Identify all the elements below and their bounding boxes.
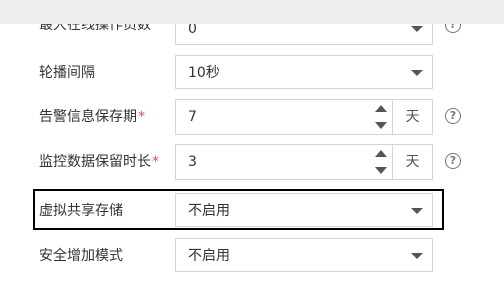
monitor-retention-label: 监控数据保留时长* bbox=[39, 152, 159, 172]
alarm-retention-value: 7 bbox=[188, 109, 197, 125]
help-icon[interactable]: ? bbox=[445, 153, 461, 169]
row-alarm-retention: 告警信息保存期* 7 天 ? bbox=[0, 99, 504, 135]
spin-down-icon[interactable] bbox=[375, 167, 387, 174]
chevron-down-icon[interactable] bbox=[411, 26, 423, 32]
security-mode-select[interactable]: 不启用 bbox=[175, 238, 433, 272]
row-carousel-interval: 轮播间隔 10秒 bbox=[0, 55, 504, 91]
spin-up-icon[interactable] bbox=[375, 105, 387, 112]
required-marker: * bbox=[138, 109, 145, 125]
alarm-retention-label-text: 告警信息保存期 bbox=[39, 109, 137, 125]
row-virtual-shared-storage: 虚拟共享存储 不启用 bbox=[0, 193, 504, 229]
monitor-retention-value: 3 bbox=[188, 154, 197, 170]
settings-form: 最大在线操作员数 0 ? 轮播间隔 10秒 告警信息保存期* 7 天 ? 监控数… bbox=[0, 0, 504, 306]
chevron-down-icon[interactable] bbox=[411, 253, 423, 259]
virtual-shared-storage-label: 虚拟共享存储 bbox=[39, 203, 123, 219]
chevron-down-icon[interactable] bbox=[411, 70, 423, 76]
carousel-interval-label: 轮播间隔 bbox=[39, 65, 95, 81]
chevron-down-icon[interactable] bbox=[411, 208, 423, 214]
carousel-interval-select[interactable]: 10秒 bbox=[175, 55, 433, 89]
monitor-retention-unit: 天 bbox=[392, 144, 433, 180]
row-monitor-data-retention: 监控数据保留时长* 3 天 ? bbox=[0, 144, 504, 180]
required-marker: * bbox=[152, 154, 159, 170]
virtual-shared-storage-value: 不启用 bbox=[188, 203, 230, 219]
carousel-interval-value: 10秒 bbox=[188, 65, 220, 81]
alarm-retention-label: 告警信息保存期* bbox=[39, 107, 145, 127]
top-bar bbox=[0, 0, 504, 24]
security-mode-value: 不启用 bbox=[188, 248, 230, 264]
spin-up-icon[interactable] bbox=[375, 150, 387, 157]
alarm-retention-unit: 天 bbox=[392, 99, 433, 135]
virtual-shared-storage-select[interactable]: 不启用 bbox=[175, 193, 433, 227]
row-security-mode: 安全增加模式 不启用 bbox=[0, 238, 504, 274]
security-mode-label: 安全增加模式 bbox=[39, 248, 123, 264]
monitor-retention-input[interactable]: 3 bbox=[175, 144, 393, 180]
monitor-retention-label-text: 监控数据保留时长 bbox=[39, 154, 151, 170]
help-icon[interactable]: ? bbox=[445, 108, 461, 124]
alarm-retention-input[interactable]: 7 bbox=[175, 99, 393, 135]
spin-down-icon[interactable] bbox=[375, 122, 387, 129]
